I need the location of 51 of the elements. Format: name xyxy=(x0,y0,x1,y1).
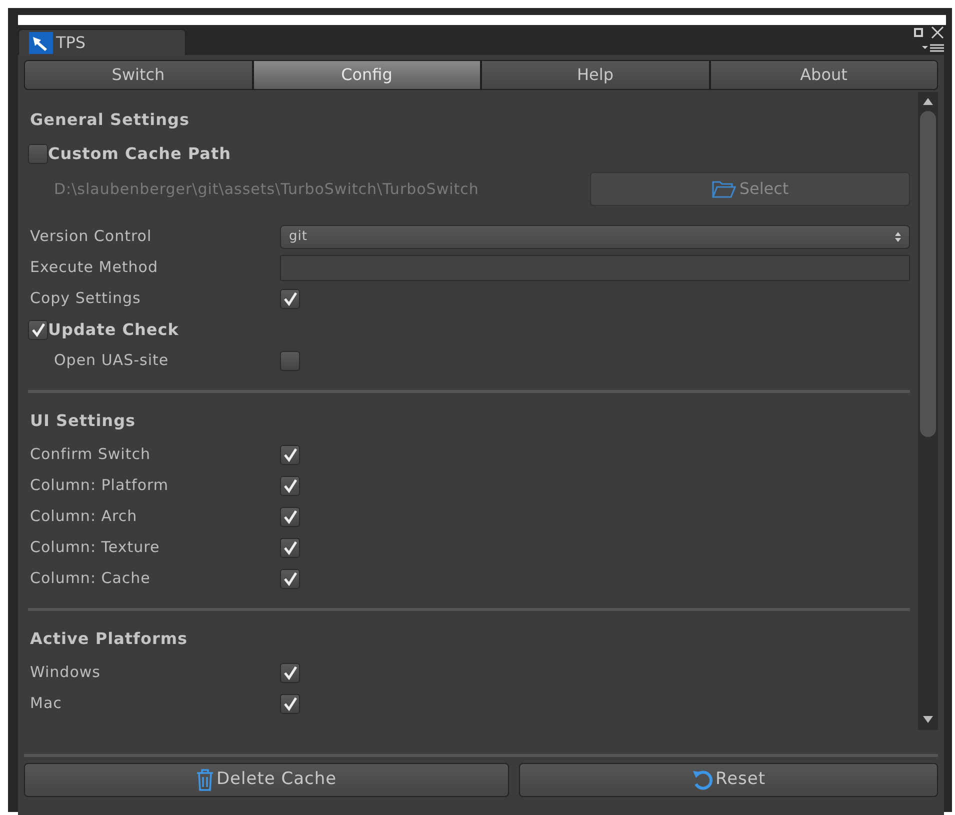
window-title: TPS xyxy=(56,32,86,54)
field-label: Version Control xyxy=(29,226,153,248)
close-icon[interactable] xyxy=(931,26,944,39)
checkbox[interactable] xyxy=(280,350,300,370)
checkbox-label: Update Check xyxy=(48,318,179,340)
checkbox-label: Windows xyxy=(29,662,102,684)
checkbox[interactable] xyxy=(28,320,48,340)
input-field[interactable] xyxy=(280,254,910,280)
checkbox-label: Confirm Switch xyxy=(29,444,152,466)
checkbox-label: Column: Arch xyxy=(29,506,138,528)
checkbox[interactable] xyxy=(280,568,300,588)
window-tab[interactable]: TPS xyxy=(18,29,186,55)
checkbox-label: Mac xyxy=(29,693,63,714)
tab[interactable]: Help xyxy=(481,60,710,90)
dropdown-arrows-icon xyxy=(895,232,901,242)
scrollbar[interactable] xyxy=(918,92,938,730)
tab[interactable]: Config xyxy=(252,60,481,90)
delete-cache-button[interactable]: Delete Cache xyxy=(24,763,510,797)
section-heading: Active Platforms xyxy=(30,628,189,650)
checkbox[interactable] xyxy=(280,538,300,558)
select-button[interactable]: Select xyxy=(590,172,910,206)
maximize-icon[interactable] xyxy=(914,28,923,37)
checkbox-label: Custom Cache Path xyxy=(48,142,232,164)
trash-icon xyxy=(196,769,214,791)
checkbox-label: Column: Cache xyxy=(29,568,152,590)
app-icon xyxy=(29,32,53,54)
checkbox[interactable] xyxy=(280,506,300,526)
scroll-thumb[interactable] xyxy=(920,111,936,437)
checkbox[interactable] xyxy=(280,476,300,496)
scroll-down-icon[interactable] xyxy=(923,716,933,724)
checkbox[interactable] xyxy=(280,662,300,682)
checkbox-label: Column: Texture xyxy=(29,537,161,558)
reset-button[interactable]: Reset xyxy=(519,763,938,797)
checkbox-label: Open UAS-site xyxy=(53,350,170,372)
reset-icon xyxy=(692,769,714,791)
tab[interactable]: About xyxy=(710,60,938,90)
checkbox-label: Copy Settings xyxy=(29,288,142,310)
checkbox[interactable] xyxy=(280,444,300,464)
dropdown[interactable]: git xyxy=(280,224,910,248)
folder-icon xyxy=(711,179,738,199)
checkbox[interactable] xyxy=(280,694,300,714)
checkbox[interactable] xyxy=(280,288,300,308)
tab[interactable]: Switch xyxy=(24,60,252,90)
scroll-up-icon[interactable] xyxy=(923,97,933,105)
checkbox-label: Column: Platform xyxy=(29,475,170,496)
menu-icon[interactable] xyxy=(922,43,944,53)
section-heading: General Settings xyxy=(30,109,190,131)
path-text: D:\slaubenberger\git\assets\TurboSwitch\TurboSwitch xyxy=(53,178,480,200)
field-label: Execute Method xyxy=(29,257,160,278)
checkbox[interactable] xyxy=(28,144,48,164)
section-heading: UI Settings xyxy=(30,410,137,432)
